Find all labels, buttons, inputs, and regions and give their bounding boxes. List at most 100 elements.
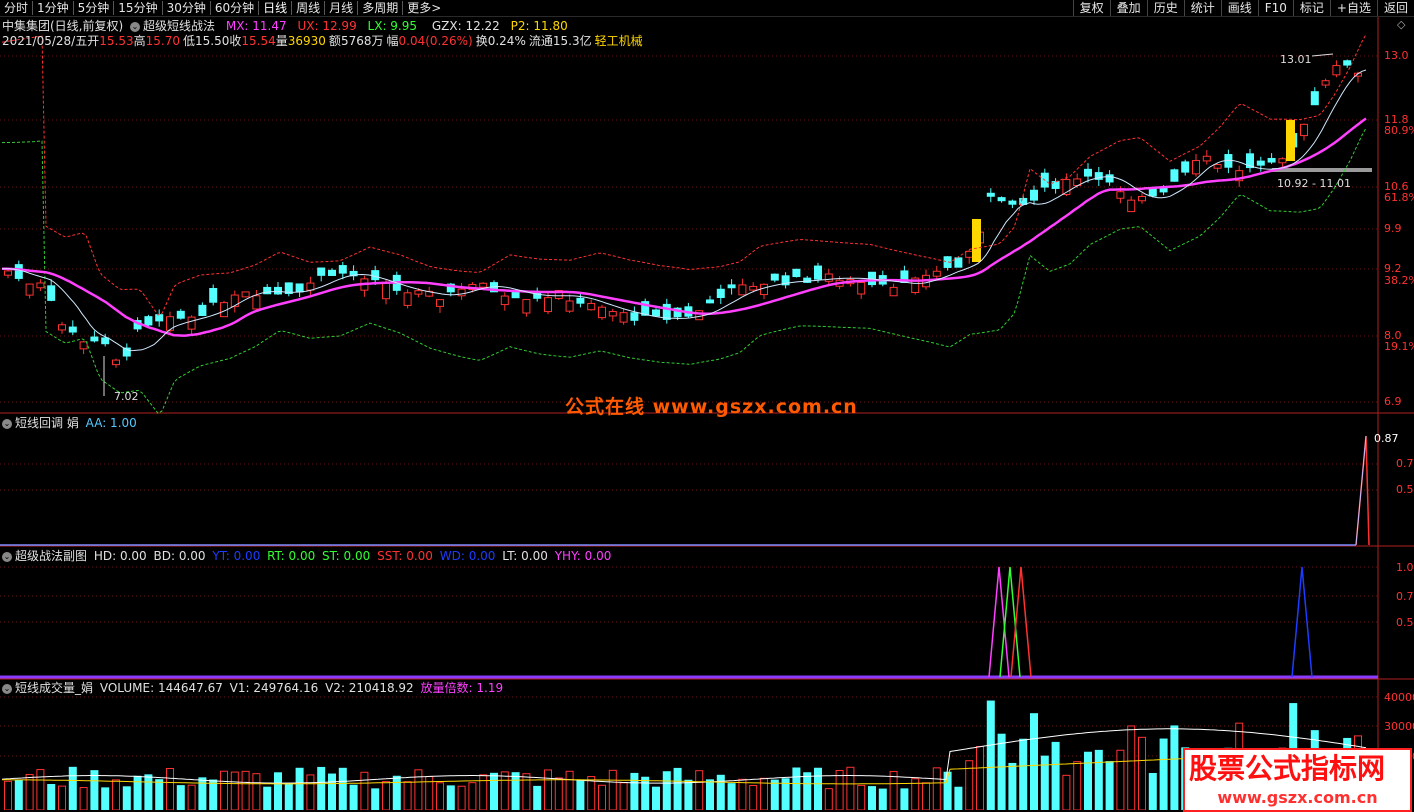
period-tab[interactable]: 分时 xyxy=(0,0,32,16)
candle-body xyxy=(1278,158,1287,164)
price-axis-label: 80.9% xyxy=(1384,124,1414,137)
candle-body xyxy=(857,282,866,295)
candle-body xyxy=(1256,160,1265,166)
volume-bar xyxy=(619,782,628,810)
candle-body xyxy=(1084,168,1092,177)
candle-body xyxy=(1202,155,1211,162)
candle-body xyxy=(749,285,758,291)
volume-bar xyxy=(14,779,23,810)
toolbar-button[interactable]: 画线 xyxy=(1220,0,1258,16)
panel2-toggle-icon[interactable]: ⌄ xyxy=(2,418,12,429)
candle-body xyxy=(209,287,218,303)
volume-bar xyxy=(652,786,660,810)
diamond-icon[interactable]: ◇ xyxy=(1397,18,1405,31)
period-tab[interactable]: 月线 xyxy=(325,0,357,16)
candle-body xyxy=(382,283,390,300)
indicator-toggle-icon[interactable]: ⌄ xyxy=(130,21,141,32)
panel2-title[interactable]: 短线回调 娟 xyxy=(15,416,79,430)
range-annotation: 10.92 - 11.01 xyxy=(1277,177,1351,190)
volume-bar xyxy=(403,781,412,810)
panel4-toggle-icon[interactable]: ⌄ xyxy=(2,683,12,694)
indicator-name[interactable]: 超级短线战法 xyxy=(143,19,215,33)
volume-bar xyxy=(1127,725,1136,810)
volume-bar xyxy=(446,785,455,810)
sub-axis-label: 0.87 xyxy=(1374,432,1399,445)
candle-body xyxy=(1332,65,1341,76)
candle-body xyxy=(252,295,261,310)
volume-bar xyxy=(792,767,801,810)
period-tab[interactable]: 15分钟 xyxy=(114,0,161,16)
panel3-title[interactable]: 超级战法副图 xyxy=(15,549,87,563)
candle-body xyxy=(630,312,639,321)
candle-body xyxy=(954,257,963,268)
toolbar-button[interactable]: 叠加 xyxy=(1109,0,1147,16)
volume-bar xyxy=(1030,713,1038,810)
volume-bar xyxy=(338,767,347,810)
volume-bar xyxy=(317,766,326,810)
volume-bar xyxy=(544,769,552,810)
price-axis-label: 9.9 xyxy=(1384,222,1402,235)
volume-bar xyxy=(263,786,272,810)
volume-bar xyxy=(1008,762,1017,810)
stock-title: 中集集团(日线,前复权) xyxy=(2,19,124,33)
candle-body xyxy=(1116,191,1125,199)
price-axis-label: 19.1% xyxy=(1384,340,1414,353)
candle-body xyxy=(436,299,444,307)
candle-body xyxy=(155,314,164,322)
toolbar-button[interactable]: 标记 xyxy=(1292,0,1330,16)
volume-bar xyxy=(122,786,131,810)
center-watermark: 公式在线 www.gszx.com.cn xyxy=(565,396,858,418)
period-tab[interactable]: 60分钟 xyxy=(211,0,258,16)
panel3-hd: HD: 0.00 xyxy=(93,549,147,563)
volume-bar xyxy=(36,769,45,810)
candle-body xyxy=(727,284,736,289)
volume-bar xyxy=(889,770,898,810)
volume-bar xyxy=(1138,736,1146,810)
volume-bar xyxy=(997,733,1006,810)
candle-body xyxy=(414,290,423,295)
toolbar-button[interactable]: +自选 xyxy=(1329,0,1377,16)
panel4-v1: V1: 249764.16 xyxy=(229,681,319,695)
panel3-toggle-icon[interactable]: ⌄ xyxy=(2,551,12,562)
toolbar-button[interactable]: 复权 xyxy=(1072,0,1110,16)
toolbar-button[interactable]: 返回 xyxy=(1376,0,1414,16)
period-tab[interactable]: 5分钟 xyxy=(74,0,114,16)
toolbar-button[interactable]: 历史 xyxy=(1146,0,1184,16)
low-value: 15.50 xyxy=(194,34,230,48)
open-value: 15.53 xyxy=(99,34,134,48)
candle-body xyxy=(338,265,347,274)
period-tab[interactable]: 多周期 xyxy=(358,0,402,16)
panel2-header: ⌄ 短线回调 娟 AA: 1.00 xyxy=(2,416,140,430)
chg-label: 幅 xyxy=(386,34,399,48)
panel3-sst: SST: 0.00 xyxy=(377,549,433,563)
period-tab[interactable]: 30分钟 xyxy=(163,0,210,16)
volume-bar xyxy=(770,779,779,810)
chg-value: 0.04(0.26%) xyxy=(398,34,473,48)
vol-label: 量 xyxy=(275,34,288,48)
sub-axis-label: 0.75 xyxy=(1396,590,1414,603)
volume-bar xyxy=(112,779,120,810)
candle-body xyxy=(544,297,552,313)
volume-bar xyxy=(90,770,99,810)
period-tab[interactable]: 周线 xyxy=(292,0,324,16)
high-annotation-arrow xyxy=(1311,53,1334,57)
toolbar-button[interactable]: F10 xyxy=(1257,0,1293,16)
period-tab[interactable]: 1分钟 xyxy=(33,0,73,16)
candle-body xyxy=(36,282,45,289)
panel4-title[interactable]: 短线成交量_娟 xyxy=(15,681,93,695)
volume-bar xyxy=(328,773,336,810)
candle-body xyxy=(1300,123,1308,137)
volume-bar xyxy=(187,784,196,810)
high-label: 高 xyxy=(133,34,146,48)
candle-body xyxy=(198,304,207,316)
volume-bar xyxy=(79,787,88,810)
volume-bar xyxy=(922,782,930,810)
period-tab[interactable]: 更多> xyxy=(403,0,445,16)
candle-body xyxy=(760,283,768,296)
toolbar-button[interactable]: 统计 xyxy=(1183,0,1221,16)
sub-axis-label: 1.00 xyxy=(1396,561,1414,574)
candle-body xyxy=(1192,160,1200,175)
candle-body xyxy=(25,283,34,296)
period-tab[interactable]: 日线 xyxy=(259,0,291,16)
volume-bar xyxy=(749,785,758,810)
